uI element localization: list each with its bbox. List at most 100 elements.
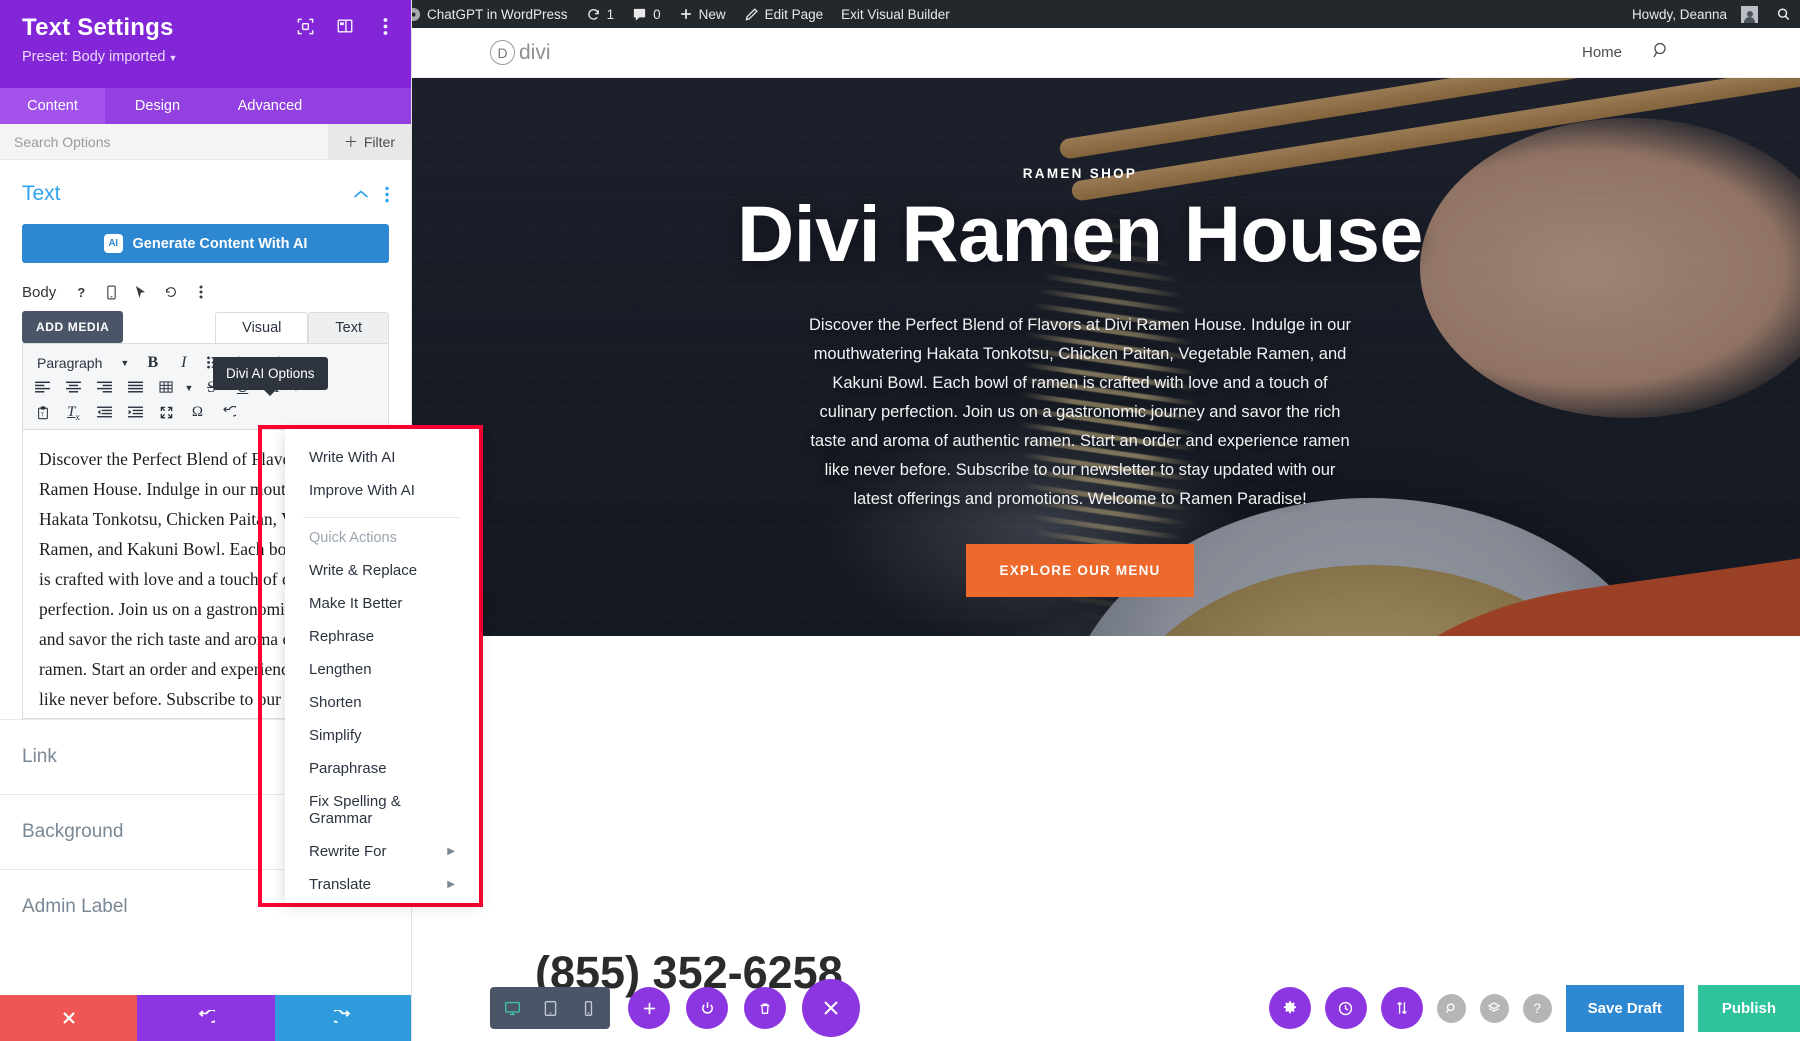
target-icon[interactable] <box>295 16 315 36</box>
ai-menu-item-make-it-better[interactable]: Make It Better <box>285 587 479 620</box>
redo-icon[interactable] <box>274 995 411 1041</box>
editor-tab-text[interactable]: Text <box>308 312 389 343</box>
align-justify-icon[interactable] <box>120 375 151 400</box>
ai-menu-item-simplify[interactable]: Simplify <box>285 719 479 752</box>
format-select[interactable]: Paragraph ▼ <box>27 350 137 375</box>
settings-button[interactable] <box>1268 987 1311 1029</box>
help-button[interactable]: ? <box>1522 993 1552 1023</box>
mobile-icon[interactable] <box>100 281 122 303</box>
ai-menu-label: Simplify <box>309 727 362 744</box>
site-navbar: D divi Home <box>360 28 1800 78</box>
divi-ai-options-menu: Write With AI Improve With AI Quick Acti… <box>285 429 479 903</box>
wp-menu-exit-visual-builder[interactable]: Exit Visual Builder <box>832 0 959 28</box>
ai-menu-item-rephrase[interactable]: Rephrase <box>285 620 479 653</box>
chevron-down-icon: ▼ <box>120 357 130 368</box>
viewport-tablet-button[interactable] <box>532 993 568 1023</box>
nav-link-home[interactable]: Home <box>1582 44 1622 61</box>
undo-icon[interactable] <box>213 400 244 425</box>
close-icon[interactable] <box>0 995 138 1041</box>
ai-menu-label: Rephrase <box>309 628 375 645</box>
help-icon[interactable]: ? <box>70 281 92 303</box>
tab-design[interactable]: Design <box>105 88 210 124</box>
kebab-menu-icon[interactable] <box>385 186 389 203</box>
ai-menu-item-write-and-replace[interactable]: Write & Replace <box>285 554 479 587</box>
editor-mode-tabs: Visual Text <box>215 312 389 343</box>
hero-cta-button[interactable]: EXPLORE OUR MENU <box>965 544 1195 598</box>
resize-button[interactable] <box>1380 987 1423 1029</box>
history-button[interactable] <box>1324 987 1367 1029</box>
site-logo[interactable]: D divi <box>490 40 551 65</box>
paste-as-text-icon[interactable]: T <box>27 400 58 425</box>
indent-icon[interactable] <box>120 400 151 425</box>
add-media-button[interactable]: ADD MEDIA <box>22 311 124 343</box>
hero-paragraph: Discover the Perfect Blend of Flavors at… <box>808 316 1351 509</box>
ai-menu-label: Translate <box>309 876 371 893</box>
filter-button[interactable]: ＋ Filter <box>327 123 411 160</box>
clear-formatting-icon[interactable]: Tx <box>58 400 89 425</box>
viewport-phone-button[interactable] <box>570 993 606 1023</box>
align-left-icon[interactable] <box>27 375 58 400</box>
site-preview: D divi Home RAMEN SHOP Divi Ramen House … <box>360 28 1800 1041</box>
ai-menu-item-fix-spelling-grammar[interactable]: Fix Spelling & Grammar <box>285 785 479 835</box>
ai-menu-item-paraphrase[interactable]: Paraphrase <box>285 752 479 785</box>
zoom-button[interactable] <box>1436 993 1466 1023</box>
wp-menu-label: ChatGPT in WordPress <box>427 6 568 22</box>
special-character-icon[interactable]: Ω <box>182 400 213 425</box>
ai-menu-label: Shorten <box>309 694 362 711</box>
logo-text: divi <box>519 40 551 64</box>
ai-menu-item-lengthen[interactable]: Lengthen <box>285 653 479 686</box>
wp-account-menu[interactable]: Howdy, Deanna <box>1623 0 1767 28</box>
power-button[interactable] <box>686 987 728 1029</box>
kebab-menu-icon[interactable] <box>375 16 395 36</box>
wp-menu-edit-page[interactable]: Edit Page <box>735 0 833 28</box>
site-search-icon[interactable] <box>1652 41 1670 64</box>
bold-icon[interactable]: B <box>137 350 168 375</box>
fullscreen-icon[interactable] <box>151 400 182 425</box>
tab-content[interactable]: Content <box>0 88 105 124</box>
filter-label: Filter <box>363 133 395 150</box>
layers-button[interactable] <box>1479 993 1509 1023</box>
viewport-desktop-button[interactable] <box>494 993 530 1023</box>
cursor-icon[interactable] <box>130 281 152 303</box>
ai-menu-item-improve-with-ai[interactable]: Improve With AI <box>285 474 479 507</box>
reset-icon[interactable] <box>160 281 182 303</box>
ai-menu-item-write-with-ai[interactable]: Write With AI <box>285 441 479 474</box>
undo-icon[interactable] <box>137 995 275 1041</box>
editor-tab-visual[interactable]: Visual <box>215 312 309 343</box>
chevron-up-icon[interactable] <box>353 189 369 200</box>
wp-search-button[interactable] <box>1767 0 1800 28</box>
tab-advanced[interactable]: Advanced <box>210 88 330 124</box>
ai-icon: AI <box>103 234 123 253</box>
wp-menu-label: Edit Page <box>764 6 824 22</box>
outdent-icon[interactable] <box>89 400 120 425</box>
wp-menu-new[interactable]: New <box>670 0 735 28</box>
ai-menu-item-rewrite-for[interactable]: Rewrite For ▶ <box>285 835 479 868</box>
viewport-switcher <box>490 987 610 1029</box>
italic-icon[interactable]: I <box>168 350 199 375</box>
panel-preset-selector[interactable]: Preset: Body imported ▼ <box>22 49 389 65</box>
wp-admin-bar-right: Howdy, Deanna <box>1623 0 1800 28</box>
wp-menu-revisions[interactable]: 1 <box>577 0 624 28</box>
ai-menu-item-shorten[interactable]: Shorten <box>285 686 479 719</box>
wp-menu-comments[interactable]: 0 <box>623 0 670 28</box>
search-options-bar: ＋ Filter <box>0 123 411 160</box>
table-icon[interactable] <box>151 375 182 400</box>
close-builder-button[interactable] <box>802 979 860 1037</box>
align-center-icon[interactable] <box>58 375 89 400</box>
ai-menu-group-title: Quick Actions <box>309 530 397 546</box>
kebab-menu-icon[interactable] <box>190 281 212 303</box>
add-section-button[interactable] <box>628 987 670 1029</box>
table-dropdown-icon[interactable]: ▼ <box>182 375 196 400</box>
panel-footer <box>0 995 411 1041</box>
divi-bar-right: ? Save Draft Publish <box>1268 984 1800 1032</box>
align-right-icon[interactable] <box>89 375 120 400</box>
save-draft-button[interactable]: Save Draft <box>1565 984 1684 1032</box>
layout-icon[interactable] <box>335 16 355 36</box>
search-input[interactable] <box>0 123 328 160</box>
generate-content-with-ai-button[interactable]: AI Generate Content With AI <box>22 224 389 263</box>
wp-menu-chatgpt[interactable]: ChatGPT in WordPress <box>397 0 577 28</box>
publish-button[interactable]: Publish <box>1697 984 1800 1032</box>
ai-menu-item-translate[interactable]: Translate ▶ <box>285 868 479 901</box>
ai-menu-item-change-tone[interactable]: Change Tone▶ <box>285 901 479 903</box>
trash-button[interactable] <box>744 987 786 1029</box>
